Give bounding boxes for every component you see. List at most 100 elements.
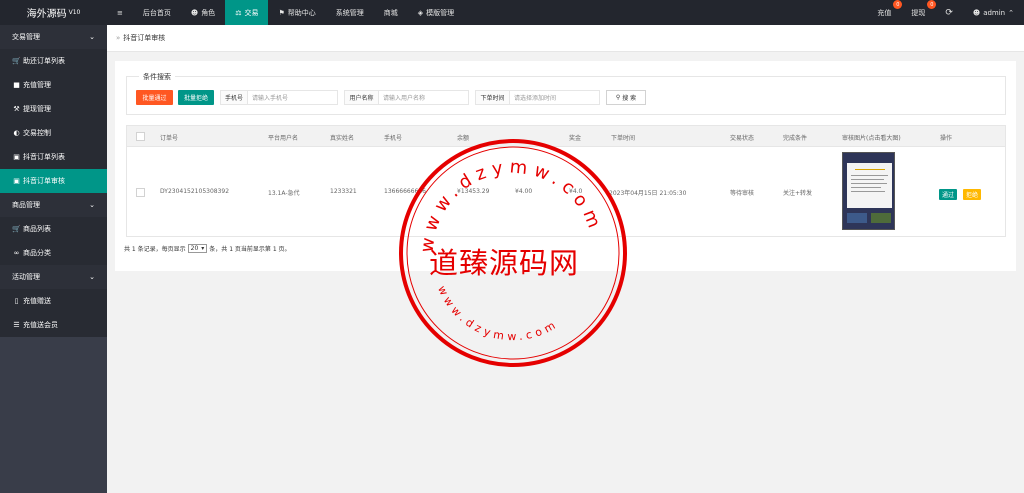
sidebar-group-activity[interactable]: 活动管理 ⌄ xyxy=(0,265,107,289)
sidebar-item-douyin-orders[interactable]: ▣ 抖音订单列表 xyxy=(0,145,107,169)
phone-input[interactable]: 请输入手机号 xyxy=(247,90,338,105)
user-icon: ☻ xyxy=(190,8,199,17)
cart-icon: 🛒 xyxy=(12,225,21,233)
col-phone: 手机号 xyxy=(384,135,403,142)
select-all-checkbox[interactable] xyxy=(136,132,145,141)
nav-help-label: 帮助中心 xyxy=(287,8,316,17)
pagination-info: 共 1 条记录，每页显示 20 ▾ 条，共 1 页当前显示第 1 页。 xyxy=(124,244,291,253)
cell-platform-user: 13.1A-急代 xyxy=(268,190,300,197)
top-right-actions: 充值 0 提现 0 ⟳ ☻ admin ⌃ xyxy=(867,0,1024,25)
cell-bonus: ¥4.0 xyxy=(569,188,583,195)
sidebar-item-goods-category[interactable]: ∞ 商品分类 xyxy=(0,241,107,265)
sidebar-group-trade[interactable]: 交易管理 ⌄ xyxy=(0,25,107,49)
search-button[interactable]: ⚲ 搜 索 xyxy=(606,90,646,105)
flag-icon: ⚑ xyxy=(278,8,285,17)
sidebar-group-label: 活动管理 xyxy=(12,273,40,281)
time-input[interactable]: 请选择添加时间 xyxy=(509,90,600,105)
nav-home-label: 后台首页 xyxy=(142,8,171,17)
app-logo[interactable]: 海外源码 V10 xyxy=(0,0,107,25)
user-menu[interactable]: ☻ admin ⌃ xyxy=(963,0,1024,25)
sidebar-item-trade-control[interactable]: ◐ 交易控制 xyxy=(0,121,107,145)
nav-home[interactable]: 后台首页 xyxy=(133,0,181,25)
breadcrumb-separator: » xyxy=(116,34,121,42)
col-actions: 操作 xyxy=(940,135,953,142)
time-label: 下单时间 xyxy=(475,90,510,105)
nav-role-label: 角色 xyxy=(201,8,216,17)
sidebar-item-label: 商品列表 xyxy=(23,225,51,233)
cell-status: 等待审核 xyxy=(730,190,755,197)
balance-icon: ⚖ xyxy=(235,8,242,17)
nav-system[interactable]: 系统管理 xyxy=(326,0,374,25)
refresh-button[interactable]: ⟳ xyxy=(935,0,963,25)
nav-system-label: 系统管理 xyxy=(335,8,364,17)
sidebar-item-label: 助还订单列表 xyxy=(23,57,65,65)
search-legend: 条件搜索 xyxy=(139,72,175,82)
thumbnail-content xyxy=(847,163,892,208)
sidebar-item-goods-list[interactable]: 🛒 商品列表 xyxy=(0,217,107,241)
sidebar-group-label: 商品管理 xyxy=(12,201,40,209)
recharge-label: 充值 xyxy=(877,8,892,17)
batch-approve-button[interactable]: 批量通过 xyxy=(136,90,173,105)
menu-toggle-button[interactable]: ≡ xyxy=(107,0,133,25)
col-real-name: 真实姓名 xyxy=(330,135,355,142)
logo-text: 海外源码 xyxy=(26,9,67,20)
breadcrumb-current[interactable]: 抖音订单审核 xyxy=(123,33,165,43)
nav-role[interactable]: ☻ 角色 xyxy=(181,0,225,25)
recharge-button[interactable]: 充值 0 xyxy=(867,0,903,25)
hammer-icon: ⚒ xyxy=(13,105,20,113)
sidebar-item-recharge[interactable]: ■ 充值管理 xyxy=(0,73,107,97)
reject-button[interactable]: 拒绝 xyxy=(963,189,981,200)
cell-amount: ¥4.00 xyxy=(515,188,533,195)
col-bonus: 奖金 xyxy=(569,135,582,142)
nav-template[interactable]: ◈ 模版管理 xyxy=(408,0,464,25)
sidebar-item-recharge-gift[interactable]: ▯ 充值赠送 xyxy=(0,289,107,313)
sidebar-item-label: 充值赠送 xyxy=(23,297,51,305)
nav-mall[interactable]: 商城 xyxy=(374,0,408,25)
sidebar-item-douyin-review[interactable]: ▣ 抖音订单审核 xyxy=(0,169,107,193)
nav-template-label: 模版管理 xyxy=(426,8,455,17)
col-order-time: 下单时间 xyxy=(611,135,636,142)
col-balance: 余额 xyxy=(457,135,470,142)
sidebar-item-help-orders[interactable]: 🛒 助还订单列表 xyxy=(0,49,107,73)
sidebar-group-label: 交易管理 xyxy=(12,33,40,41)
chevron-down-icon: ⌄ xyxy=(89,201,95,209)
page-size-value: 20 xyxy=(190,245,199,252)
approve-button[interactable]: 通过 xyxy=(939,189,957,200)
username-input[interactable]: 请输入用户名称 xyxy=(378,90,469,105)
review-image-thumbnail[interactable]: ▲●●▲▲ xyxy=(842,152,895,230)
user-name: admin xyxy=(983,8,1006,17)
nav-trade-label: 交易 xyxy=(244,8,259,17)
nav-help[interactable]: ⚑ 帮助中心 xyxy=(268,0,325,25)
username-label: 用户名称 xyxy=(344,90,379,105)
sidebar-group-goods[interactable]: 商品管理 ⌄ xyxy=(0,193,107,217)
search-icon: ⚲ xyxy=(615,94,621,101)
top-nav: ≡ 后台首页 ☻ 角色 ⚖ 交易 ⚑ 帮助中心 系统管理 商城 ◈ 模版管理 xyxy=(107,0,464,25)
phone-icon: ▯ xyxy=(14,297,19,305)
withdraw-button[interactable]: 提现 0 xyxy=(901,0,937,25)
sidebar-item-label: 抖音订单列表 xyxy=(23,153,65,161)
list-icon: ☰ xyxy=(13,321,20,329)
sidebar-item-label: 抖音订单审核 xyxy=(23,177,65,185)
nav-trade[interactable]: ⚖ 交易 xyxy=(225,0,269,25)
col-review-image: 审核图片(点击看大图) xyxy=(842,135,901,142)
chevron-down-icon: ▾ xyxy=(201,245,205,252)
sidebar-item-recharge-vip[interactable]: ☰ 充值送会员 xyxy=(0,313,107,337)
cell-condition: 关注+转发 xyxy=(783,190,813,197)
layers-icon: ◈ xyxy=(417,8,424,17)
batch-reject-button[interactable]: 批量拒绝 xyxy=(178,90,214,105)
breadcrumb: » 抖音订单审核 xyxy=(107,25,1024,52)
sidebar-item-label: 充值管理 xyxy=(23,81,51,89)
col-platform-user: 平台用户名 xyxy=(268,135,299,142)
sidebar-item-label: 充值送会员 xyxy=(23,321,58,329)
search-fieldset: 条件搜索 批量通过 批量拒绝 手机号 请输入手机号 用户名称 请输入用户名称 下… xyxy=(126,72,1006,115)
sidebar-item-label: 提现管理 xyxy=(23,105,51,113)
sidebar: 交易管理 ⌄ 🛒 助还订单列表 ■ 充值管理 ⚒ 提现管理 ◐ 交易控制 ▣ 抖音订单列表 … xyxy=(0,25,107,493)
page-size-select[interactable]: 20 ▾ xyxy=(187,244,208,253)
watermark-center-text: 道臻源码网 xyxy=(429,246,580,280)
chat-icon: ■ xyxy=(13,81,20,89)
sidebar-item-withdraw[interactable]: ⚒ 提现管理 xyxy=(0,97,107,121)
watermark-bottom-text: www.dzymw.com xyxy=(435,284,561,343)
cart-icon: 🛒 xyxy=(12,57,21,65)
cell-balance: ¥13453.29 xyxy=(457,188,490,195)
row-checkbox[interactable] xyxy=(136,188,145,197)
